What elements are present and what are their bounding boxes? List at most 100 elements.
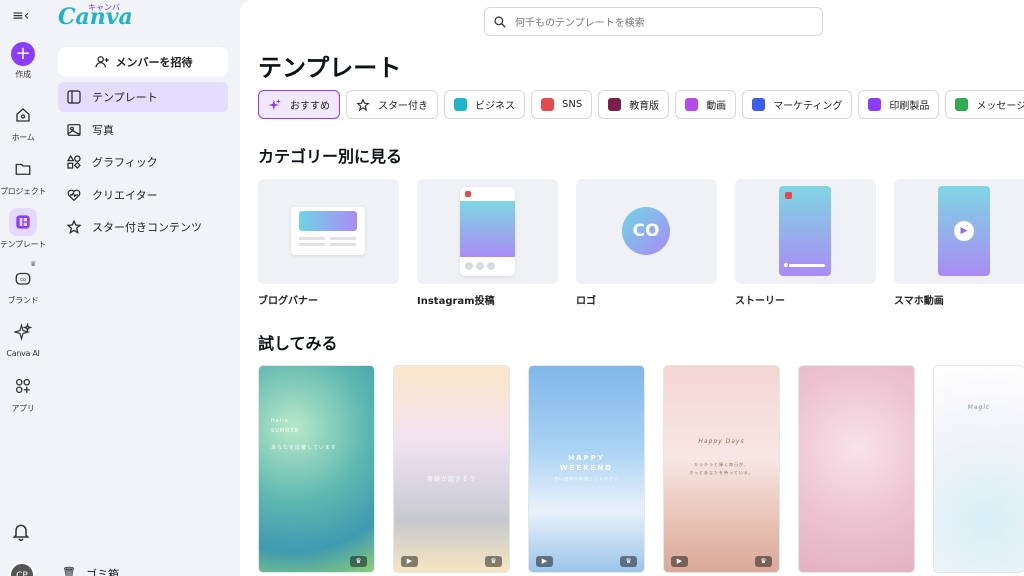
nav-item-label: 写真: [92, 123, 114, 137]
chip-education[interactable]: 教育版: [598, 90, 670, 119]
chip-marketing[interactable]: マーケティング: [742, 90, 853, 119]
template-search-input[interactable]: 何千ものテンプレートを検索: [484, 7, 823, 36]
category-card-blog-banner[interactable]: ブログバナー: [258, 179, 399, 307]
add-user-icon: [94, 56, 109, 68]
category-card-instagram[interactable]: Instagram投稿: [417, 179, 558, 307]
template-text: あなたを応援しています: [271, 445, 337, 451]
avatar[interactable]: CP: [9, 562, 35, 576]
video-icon: [685, 98, 699, 111]
chip-label: 印刷製品: [889, 101, 930, 112]
template-text: 良い週末をお過ごしください: [554, 476, 619, 481]
chip-cards[interactable]: メッセージカード: [945, 90, 1024, 119]
template-text: キラキラと輝く毎日が、: [694, 462, 749, 467]
category-name: Instagram投稿: [417, 296, 495, 307]
logo-thumbnail: CO: [576, 179, 717, 284]
template-card[interactable]: Hello SUMMER あなたを応援しています ♛: [258, 365, 375, 573]
chip-video[interactable]: 動画: [675, 90, 737, 119]
printer-icon: [868, 98, 882, 111]
sparkle-icon: [268, 98, 281, 110]
categories-heading: カテゴリー別に見る: [258, 147, 403, 166]
chip-starred[interactable]: スター付き: [346, 90, 438, 119]
crown-icon: ♛: [30, 260, 37, 268]
templates-side-panel: Canva キャンバ メンバーを招待 テンプレート 写真 グラフィック クリエイ…: [46, 0, 240, 576]
megaphone-icon: [752, 98, 766, 111]
template-text: WEEKEND: [559, 464, 614, 472]
nav-item-graphics[interactable]: グラフィック: [58, 147, 228, 177]
nav-item-photos[interactable]: 写真: [58, 115, 228, 145]
crown-icon: ♛: [755, 556, 772, 567]
category-card-logo[interactable]: CO ロゴ: [576, 179, 717, 307]
category-name: スマホ動画: [894, 296, 944, 307]
chip-sns[interactable]: SNS: [531, 90, 593, 119]
rail-home-label: ホーム: [11, 133, 35, 142]
template-card[interactable]: Magic: [933, 365, 1024, 573]
template-card[interactable]: HAPPY WEEKEND 良い週末をお過ごしください ▶ ♛: [528, 365, 645, 573]
rail-apps-button[interactable]: アプリ: [0, 372, 46, 414]
search-icon: [494, 15, 506, 28]
category-chips: おすすめ スター付き ビジネス SNS 教育版 動画 マーケティング 印刷製品: [258, 90, 1024, 119]
svg-text:co: co: [20, 277, 26, 283]
play-icon: ▶: [954, 221, 974, 241]
rail-projects-button[interactable]: プロジェクト: [0, 155, 47, 197]
nav-item-label: クリエイター: [92, 188, 158, 202]
nav-item-label: グラフィック: [92, 156, 158, 169]
sns-icon: [541, 98, 554, 111]
nav-item-label: スター付きコンテンツ: [92, 221, 202, 234]
chip-label: メッセージカード: [976, 101, 1024, 112]
rail-canva-ai-button[interactable]: Canva AI: [0, 318, 46, 358]
rail-create-label: 作成: [15, 70, 31, 79]
template-card[interactable]: Happy Days キラキラと輝く毎日が、 きっとあなたを待っている。 ▶ ♛: [663, 365, 780, 573]
trash-label: ゴミ箱: [85, 568, 119, 576]
crown-icon: ♛: [620, 556, 637, 567]
rail-brand-label: ブランド: [7, 296, 39, 305]
star-icon: [66, 219, 82, 234]
chip-label: おすすめ: [290, 101, 330, 112]
chip-label: ビジネス: [475, 101, 515, 112]
template-text: 奇跡が起きそう: [426, 476, 476, 483]
apps-icon: [9, 372, 37, 400]
chip-business[interactable]: ビジネス: [444, 90, 525, 119]
rail-home-button[interactable]: ホーム: [0, 101, 46, 143]
shapes-icon: [66, 154, 81, 169]
template-card[interactable]: [798, 365, 915, 573]
templates-icon: [9, 208, 37, 236]
template-text: Happy Days: [698, 438, 745, 445]
play-icon: ▶: [401, 556, 418, 567]
chip-print[interactable]: 印刷製品: [858, 90, 940, 119]
chip-recommended[interactable]: おすすめ: [258, 90, 340, 119]
notification-bell-icon[interactable]: [11, 522, 31, 546]
chip-label: マーケティング: [773, 101, 843, 112]
folder-icon: [9, 155, 37, 183]
template-previews: Hello SUMMER あなたを応援しています ♛ 奇跡が起きそう ▶ ♛ H…: [258, 365, 1024, 573]
chip-label: SNS: [562, 99, 583, 110]
invite-members-button[interactable]: メンバーを招待: [58, 47, 228, 77]
chip-label: 動画: [706, 101, 727, 112]
category-name: ロゴ: [576, 296, 596, 307]
rail-templates-label: テンプレート: [0, 240, 46, 249]
nav-item-templates[interactable]: テンプレート: [58, 82, 228, 112]
collapse-menu-icon[interactable]: ≡‹: [12, 8, 29, 24]
rail-canva-ai-label: Canva AI: [6, 349, 40, 358]
card-icon: [955, 98, 969, 111]
template-card[interactable]: 奇跡が起きそう ▶ ♛: [393, 365, 510, 573]
rail-create-button[interactable]: + 作成: [0, 42, 46, 80]
category-card-story[interactable]: ストーリー: [735, 179, 876, 307]
nav-item-label: テンプレート: [92, 91, 158, 104]
nav-item-starred[interactable]: スター付きコンテンツ: [58, 212, 228, 242]
rail-brand-button[interactable]: ♛ co ブランド: [0, 260, 46, 306]
invite-members-label: メンバーを招待: [115, 56, 193, 69]
star-icon: [356, 97, 370, 111]
category-name: ストーリー: [735, 296, 785, 307]
main-content: 何千ものテンプレートを検索 テンプレート おすすめ スター付き ビジネス SNS…: [240, 0, 1024, 576]
rail-templates-button[interactable]: テンプレート: [0, 208, 46, 250]
nav-item-creators[interactable]: クリエイター: [58, 180, 228, 210]
play-icon: ▶: [671, 556, 688, 567]
trash-button[interactable]: 🗑 ゴミ箱: [62, 566, 119, 576]
crown-icon: ♛: [485, 556, 502, 567]
category-card-mobile-video[interactable]: ▶ スマホ動画: [894, 179, 1024, 307]
layout-icon: [67, 90, 81, 104]
template-text: Magic: [967, 404, 991, 411]
page-title: テンプレート: [258, 54, 402, 82]
heart-pulse-icon: [67, 189, 81, 201]
rail-projects-label: プロジェクト: [0, 187, 47, 196]
